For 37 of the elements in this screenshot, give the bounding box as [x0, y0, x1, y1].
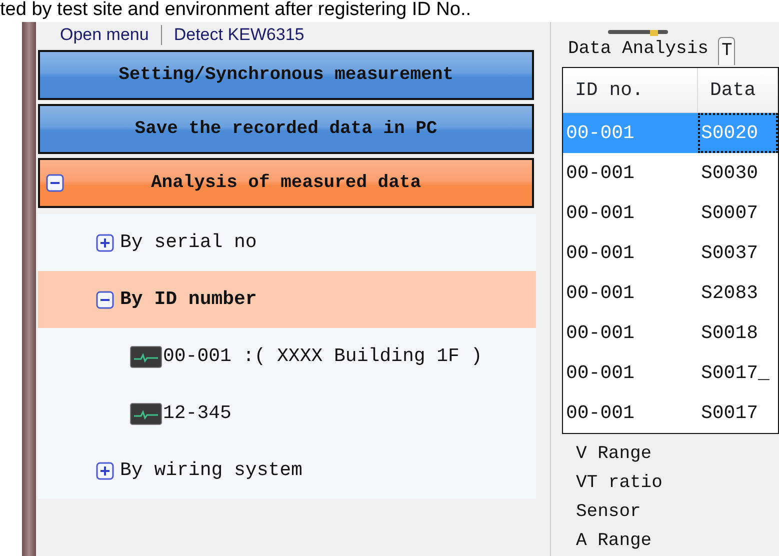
column-header[interactable]: ID no. — [563, 68, 698, 112]
table-cell[interactable]: S0018 — [698, 313, 778, 353]
table-cell[interactable]: 00-001 — [563, 233, 698, 273]
table-cell[interactable]: 00-001 — [563, 353, 698, 393]
table-cell[interactable]: S2083 — [698, 273, 778, 313]
field-label: Sensor — [576, 501, 642, 524]
nav-button[interactable]: Setting/Synchronous measurement — [38, 50, 534, 100]
table-cell[interactable]: 00-001 — [563, 273, 698, 313]
tree-item[interactable]: By ID number — [38, 271, 536, 328]
table-cell[interactable]: S0017_ — [698, 353, 778, 393]
collapse-icon[interactable] — [46, 174, 64, 192]
column-header[interactable]: Data — [698, 68, 778, 112]
expand-icon[interactable] — [96, 234, 114, 252]
field-label: A Range — [576, 530, 653, 553]
nav-button[interactable]: Analysis of measured data — [38, 158, 534, 208]
table-cell[interactable]: 00-001 — [563, 393, 698, 433]
expand-icon[interactable] — [96, 462, 114, 480]
table-cell[interactable]: 00-001 — [563, 153, 698, 193]
collapse-icon[interactable] — [96, 290, 114, 308]
field-label: V Range — [576, 443, 653, 466]
tree-item[interactable]: 12-345 — [38, 385, 536, 442]
tree-item[interactable]: By wiring system — [38, 442, 536, 499]
table-cell[interactable]: S0017 — [698, 393, 778, 433]
table-cell[interactable]: 00-001 — [563, 193, 698, 233]
menu-item[interactable]: Open menu — [60, 22, 149, 48]
table-cell[interactable]: 00-001 — [563, 313, 698, 353]
tree-item[interactable]: 00-001 :( XXXX Building 1F ) — [38, 328, 536, 385]
table-cell[interactable]: S0030 — [698, 153, 778, 193]
table-cell[interactable]: S0037 — [698, 233, 778, 273]
tree-item[interactable]: By serial no — [38, 214, 536, 271]
monitor-icon — [130, 346, 162, 368]
menu-item[interactable]: Detect KEW6315 — [174, 22, 304, 48]
monitor-icon — [130, 402, 162, 424]
nav-button[interactable]: Save the recorded data in PC — [38, 104, 534, 154]
field-label: VT ratio — [576, 472, 664, 495]
tab[interactable]: T — [718, 37, 736, 65]
table-cell[interactable]: S0007 — [698, 193, 778, 233]
